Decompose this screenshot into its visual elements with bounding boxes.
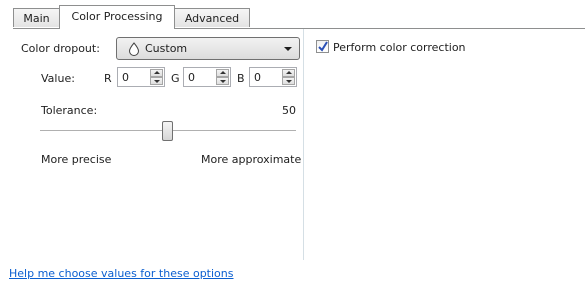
- r-value: 0: [122, 71, 129, 84]
- value-label: Value:: [41, 72, 75, 85]
- b-stepper[interactable]: 0: [249, 67, 297, 87]
- b-decrement-button[interactable]: [282, 77, 295, 85]
- tolerance-value: 50: [282, 104, 296, 117]
- r-label: R: [104, 72, 112, 85]
- color-dropout-group: [13, 28, 304, 260]
- tab-advanced[interactable]: Advanced: [174, 8, 250, 27]
- arrow-down-icon: [286, 80, 292, 83]
- tolerance-label: Tolerance:: [41, 104, 98, 117]
- checkmark-icon: [318, 41, 328, 52]
- b-value: 0: [254, 71, 261, 84]
- arrow-down-icon: [154, 80, 160, 83]
- more-approximate-label: More approximate: [201, 153, 302, 166]
- tab-main[interactable]: Main: [13, 8, 60, 27]
- tab-strip: Main Color Processing Advanced: [0, 5, 585, 29]
- chevron-down-icon: [284, 47, 292, 51]
- g-decrement-button[interactable]: [216, 77, 229, 85]
- color-dropout-select[interactable]: Custom: [116, 37, 300, 60]
- g-label: G: [171, 72, 180, 85]
- r-stepper[interactable]: 0: [117, 67, 165, 87]
- tolerance-slider-thumb[interactable]: [162, 121, 173, 141]
- help-link[interactable]: Help me choose values for these options: [9, 267, 234, 280]
- g-value: 0: [188, 71, 195, 84]
- more-precise-label: More precise: [41, 153, 112, 166]
- r-increment-button[interactable]: [150, 69, 163, 77]
- color-correction-label: Perform color correction: [333, 41, 466, 54]
- droplet-icon: [128, 42, 140, 56]
- r-decrement-button[interactable]: [150, 77, 163, 85]
- g-increment-button[interactable]: [216, 69, 229, 77]
- color-dropout-label: Color dropout:: [21, 42, 100, 55]
- color-dropout-value: Custom: [145, 42, 188, 55]
- arrow-down-icon: [220, 80, 226, 83]
- g-stepper[interactable]: 0: [183, 67, 231, 87]
- arrow-up-icon: [154, 71, 160, 74]
- color-correction-checkbox[interactable]: [316, 40, 329, 53]
- arrow-up-icon: [220, 71, 226, 74]
- b-increment-button[interactable]: [282, 69, 295, 77]
- b-label: B: [237, 72, 245, 85]
- tab-color-processing[interactable]: Color Processing: [59, 5, 175, 29]
- arrow-up-icon: [286, 71, 292, 74]
